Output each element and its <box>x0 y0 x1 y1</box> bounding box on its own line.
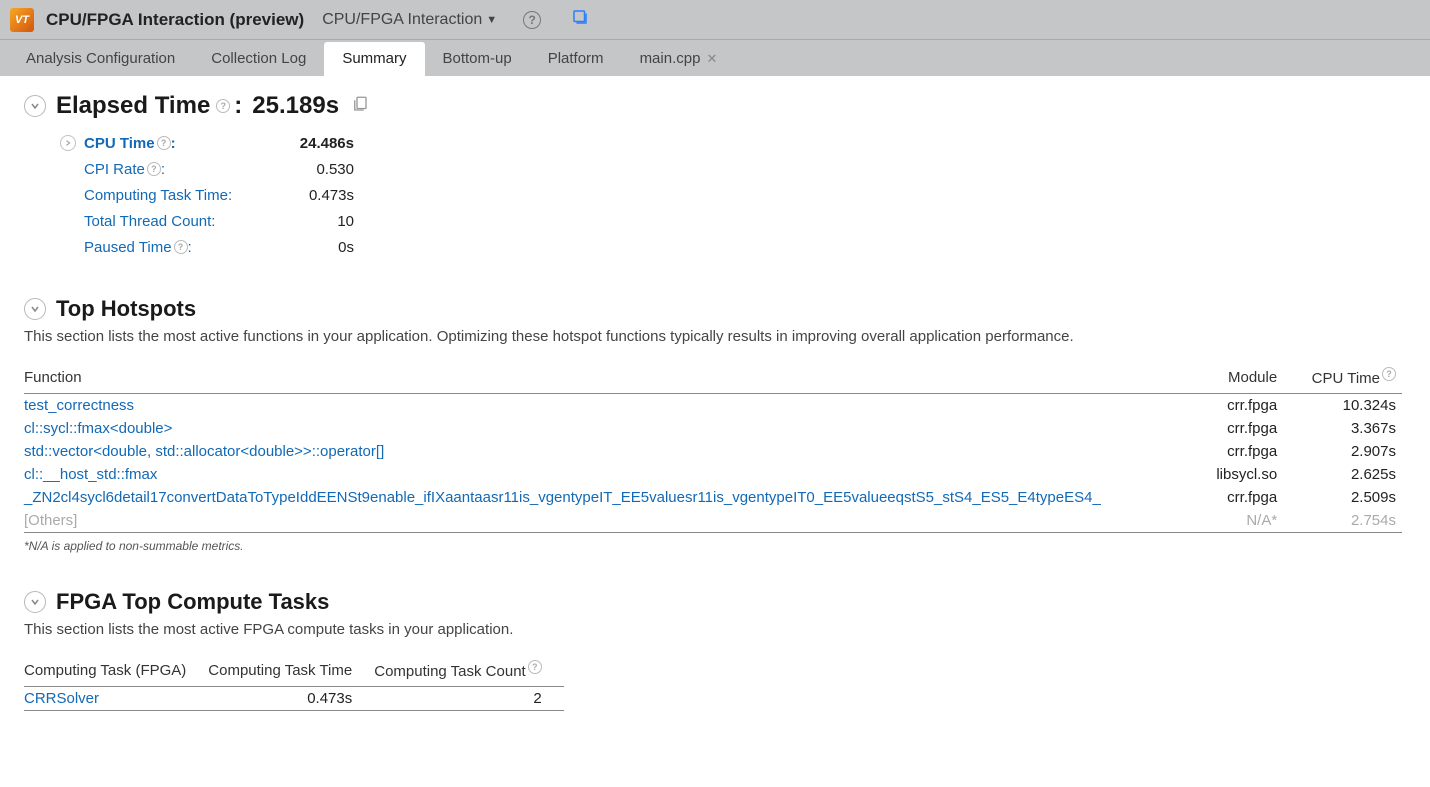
window-title: CPU/FPGA Interaction (preview) <box>46 10 304 30</box>
table-row: cl::__host_std::fmax libsycl.so 2.625s <box>24 463 1402 486</box>
col-task[interactable]: Computing Task (FPGA) <box>24 656 208 687</box>
table-row: [Others] N/A* 2.754s <box>24 509 1402 533</box>
col-time[interactable]: Computing Task Time <box>208 656 374 687</box>
metric-row-cpi-rate: CPI Rate?: 0.530 <box>60 156 1402 182</box>
table-row: test_correctness crr.fpga 10.324s <box>24 394 1402 418</box>
col-cpu-time[interactable]: CPU Time? <box>1283 363 1402 394</box>
metric-value: 0.530 <box>274 161 354 178</box>
dropdown-label: CPU/FPGA Interaction <box>322 11 482 29</box>
metric-value: 10 <box>274 213 354 230</box>
tab-platform[interactable]: Platform <box>530 42 622 76</box>
table-row: CRRSolver 0.473s 2 <box>24 687 564 711</box>
metric-value: 0.473s <box>274 187 354 204</box>
collapse-toggle[interactable] <box>24 95 46 117</box>
fpga-table: Computing Task (FPGA) Computing Task Tim… <box>24 656 564 711</box>
copy-icon[interactable] <box>351 95 369 118</box>
task-link[interactable]: CRRSolver <box>24 690 99 707</box>
function-others: [Others] <box>24 512 77 529</box>
cell-module: crr.fpga <box>1190 417 1284 440</box>
title-bar: VT CPU/FPGA Interaction (preview) CPU/FP… <box>0 0 1430 40</box>
metric-label[interactable]: Total Thread Count: <box>84 213 274 230</box>
section-elapsed-time: Elapsed Time?: 25.189s CPU Time?: 24.486… <box>24 92 1402 260</box>
table-row: std::vector<double, std::allocator<doubl… <box>24 440 1402 463</box>
col-module[interactable]: Module <box>1190 363 1284 394</box>
close-icon[interactable]: ✕ <box>706 51 717 66</box>
footnote: *N/A is applied to non-summable metrics. <box>24 539 1402 553</box>
help-badge-icon[interactable]: ? <box>147 162 161 176</box>
cell-count: 2 <box>374 687 563 711</box>
hotspots-table: Function Module CPU Time? test_correctne… <box>24 363 1402 533</box>
cell-cpu-time: 10.324s <box>1283 394 1402 418</box>
cell-time: 0.473s <box>208 687 374 711</box>
cell-cpu-time: 2.907s <box>1283 440 1402 463</box>
function-link[interactable]: cl::__host_std::fmax <box>24 466 157 483</box>
analysis-type-dropdown[interactable]: CPU/FPGA Interaction ▼ <box>316 11 497 29</box>
tab-strip: Analysis Configuration Collection Log Su… <box>0 40 1430 76</box>
metric-value: 24.486s <box>274 135 354 152</box>
cell-module: crr.fpga <box>1190 486 1284 509</box>
section-heading: FPGA Top Compute Tasks <box>56 589 329 615</box>
metric-row-computing-task-time: Computing Task Time: 0.473s <box>60 182 1402 208</box>
section-fpga-tasks: FPGA Top Compute Tasks This section list… <box>24 589 1402 711</box>
pin-icon[interactable] <box>571 8 589 31</box>
help-badge-icon[interactable]: ? <box>1382 367 1396 381</box>
elapsed-metrics: CPU Time?: 24.486s CPI Rate?: 0.530 Comp… <box>60 130 1402 260</box>
cell-cpu-time: 3.367s <box>1283 417 1402 440</box>
metric-row-total-thread-count: Total Thread Count: 10 <box>60 208 1402 234</box>
section-top-hotspots: Top Hotspots This section lists the most… <box>24 296 1402 553</box>
cell-cpu-time: 2.625s <box>1283 463 1402 486</box>
cell-cpu-time: 2.509s <box>1283 486 1402 509</box>
metric-label[interactable]: Paused Time?: <box>84 239 274 256</box>
tab-summary[interactable]: Summary <box>324 42 424 76</box>
cell-cpu-time: 2.754s <box>1283 509 1402 533</box>
elapsed-time-heading: Elapsed Time?: 25.189s <box>56 92 369 120</box>
col-function[interactable]: Function <box>24 363 1190 394</box>
table-row: cl::sycl::fmax<double> crr.fpga 3.367s <box>24 417 1402 440</box>
app-icon: VT <box>10 8 34 32</box>
section-description: This section lists the most active FPGA … <box>24 621 1402 638</box>
section-description: This section lists the most active funct… <box>24 328 1402 345</box>
collapse-toggle[interactable] <box>24 591 46 613</box>
help-badge-icon[interactable]: ? <box>157 136 171 150</box>
help-badge-icon[interactable]: ? <box>174 240 188 254</box>
section-heading: Top Hotspots <box>56 296 196 322</box>
content-area: Elapsed Time?: 25.189s CPU Time?: 24.486… <box>0 76 1430 787</box>
help-badge-icon[interactable]: ? <box>528 660 542 674</box>
metric-label[interactable]: Computing Task Time: <box>84 187 274 204</box>
table-row: _ZN2cl4sycl6detail17convertDataToTypeIdd… <box>24 486 1402 509</box>
cell-module: libsycl.so <box>1190 463 1284 486</box>
elapsed-time-value: 25.189s <box>252 92 339 120</box>
cell-module: crr.fpga <box>1190 394 1284 418</box>
collapse-toggle[interactable] <box>24 298 46 320</box>
function-link[interactable]: cl::sycl::fmax<double> <box>24 420 172 437</box>
function-link[interactable]: test_correctness <box>24 397 134 414</box>
function-link[interactable]: _ZN2cl4sycl6detail17convertDataToTypeIdd… <box>24 489 1101 506</box>
col-count[interactable]: Computing Task Count? <box>374 656 563 687</box>
help-icon[interactable]: ? <box>523 11 541 29</box>
tab-analysis-configuration[interactable]: Analysis Configuration <box>8 42 193 76</box>
metric-label[interactable]: CPI Rate?: <box>84 161 274 178</box>
function-link[interactable]: std::vector<double, std::allocator<doubl… <box>24 443 384 460</box>
cell-module: crr.fpga <box>1190 440 1284 463</box>
cell-module: N/A* <box>1190 509 1284 533</box>
tab-main-cpp[interactable]: main.cpp✕ <box>622 42 736 76</box>
metric-row-paused-time: Paused Time?: 0s <box>60 234 1402 260</box>
metric-row-cpu-time: CPU Time?: 24.486s <box>60 130 1402 156</box>
help-badge-icon[interactable]: ? <box>216 99 230 113</box>
tab-bottom-up[interactable]: Bottom-up <box>425 42 530 76</box>
metric-value: 0s <box>274 239 354 256</box>
expand-toggle[interactable] <box>60 135 76 151</box>
metric-label[interactable]: CPU Time?: <box>84 135 274 152</box>
tab-collection-log[interactable]: Collection Log <box>193 42 324 76</box>
chevron-down-icon: ▼ <box>486 14 497 26</box>
